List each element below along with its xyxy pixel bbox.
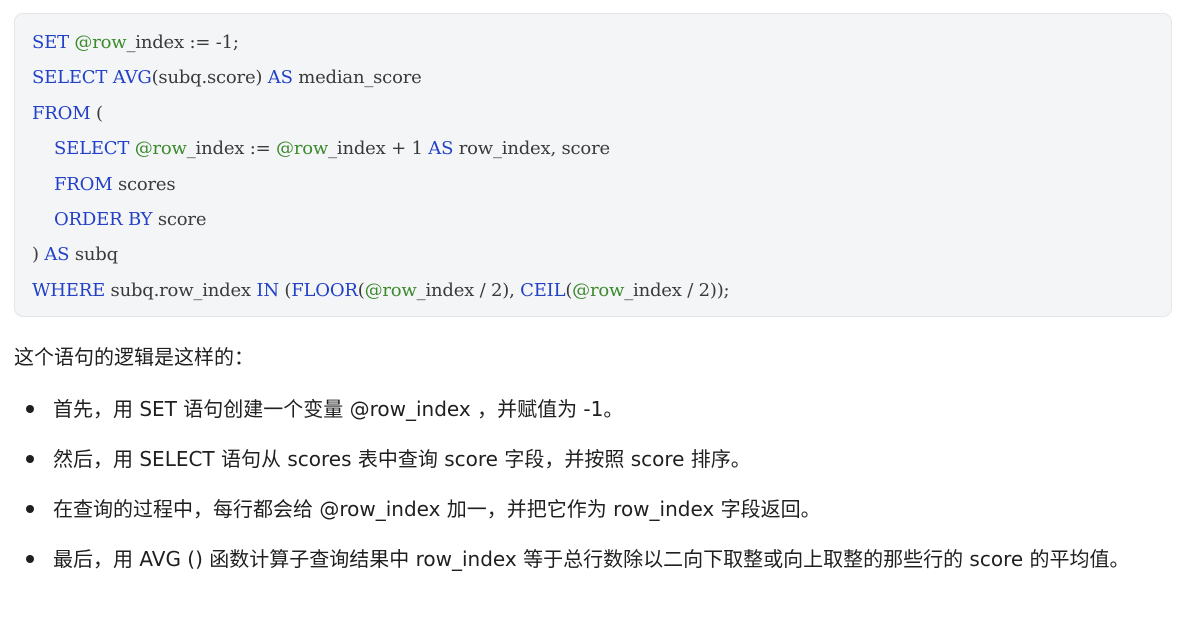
code-text: ( (357, 279, 365, 301)
code-text: _index + 1 (328, 138, 429, 160)
bullet-text: 最后，用 AVG () 函数计算子查询结果中 row_index 等于总行数除以… (53, 547, 1130, 571)
bullet-text: 首先，用 SET 语句创建一个变量 @row_index ，并赋值为 -1。 (53, 397, 624, 421)
code-line: SELECT AVG(subq.score) AS median_score (32, 63, 422, 93)
code-text: median_score (292, 67, 422, 89)
code-variable: @row (276, 138, 329, 160)
code-keyword: AS (428, 138, 454, 160)
code-keyword: WHERE (32, 279, 106, 301)
code-variable: @row (364, 279, 417, 301)
code-text: ( (90, 102, 103, 124)
bullet-text: 在查询的过程中，每行都会给 @row_index 加一，并把它作为 row_in… (53, 497, 821, 521)
code-text: _index := -1; (126, 32, 239, 53)
code-keyword: CEIL (520, 279, 566, 301)
bullet-dot-icon (26, 505, 34, 513)
code-line: ORDER BY score (54, 205, 206, 235)
code-keyword: SET (32, 32, 69, 53)
code-text: _index := (186, 138, 277, 160)
explanation-list: 首先，用 SET 语句创建一个变量 @row_index ，并赋值为 -1。然后… (24, 392, 1174, 592)
explanation-bullet: 最后，用 AVG () 函数计算子查询结果中 row_index 等于总行数除以… (24, 542, 1174, 576)
code-text: scores (112, 173, 176, 195)
code-text: ) (32, 244, 45, 266)
code-line: SET @row_index := -1; (32, 28, 239, 58)
explanation-bullet: 在查询的过程中，每行都会给 @row_index 加一，并把它作为 row_in… (24, 492, 1174, 526)
code-line: SELECT @row_index := @row_index + 1 AS r… (54, 134, 610, 164)
code-keyword: FROM (32, 102, 91, 124)
code-keyword: SELECT (32, 67, 108, 89)
code-keyword: FROM (54, 173, 113, 195)
code-text: subq.row_index (105, 279, 257, 301)
code-keyword: AVG (112, 67, 152, 89)
code-text: (subq.score) (151, 67, 268, 89)
bullet-dot-icon (26, 405, 34, 413)
code-text: score (152, 209, 207, 230)
code-block: SET @row_index := -1; SELECT AVG(subq.sco… (14, 13, 1172, 317)
code-variable: @row (134, 138, 187, 160)
code-text: _index / 2), (416, 279, 521, 301)
bullet-dot-icon (26, 555, 34, 563)
code-line: ) AS subq (32, 240, 118, 270)
code-line: FROM scores (54, 170, 176, 200)
code-keyword: AS (44, 244, 70, 266)
bullet-text: 然后，用 SELECT 语句从 scores 表中查询 score 字段，并按照… (53, 447, 751, 471)
explanation-intro: 这个语句的逻辑是这样的： (14, 345, 254, 369)
code-text: row_index, score (453, 138, 610, 160)
code-keyword: SELECT (54, 138, 130, 160)
code-keyword: AS (267, 67, 293, 89)
bullet-dot-icon (26, 455, 34, 463)
code-keyword: FLOOR (291, 279, 358, 301)
code-line: FROM ( (32, 99, 103, 129)
code-keyword: ORDER BY (54, 209, 153, 230)
code-line: WHERE subq.row_index IN (FLOOR(@row_inde… (32, 276, 730, 306)
code-keyword: IN (256, 279, 279, 301)
code-text: _index / 2)); (624, 279, 730, 301)
code-text: subq (69, 244, 118, 266)
code-text: ( (278, 279, 292, 301)
explanation-bullet: 首先，用 SET 语句创建一个变量 @row_index ，并赋值为 -1。 (24, 392, 1174, 426)
explanation-bullet: 然后，用 SELECT 语句从 scores 表中查询 score 字段，并按照… (24, 442, 1174, 476)
code-variable: @row (74, 32, 127, 53)
code-variable: @row (572, 279, 625, 301)
